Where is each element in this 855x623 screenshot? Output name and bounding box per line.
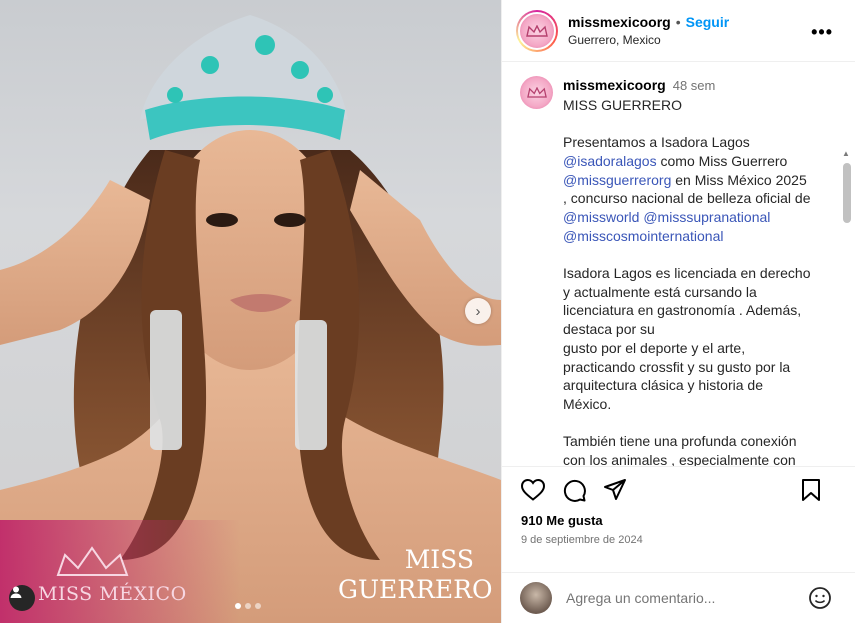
caption-line: México. <box>563 395 612 412</box>
caption-line: practicando crossfit y su gusto por la <box>563 358 791 375</box>
caption-time[interactable]: 48 sem <box>673 77 716 96</box>
caption-username[interactable]: missmexicoorg <box>563 76 666 95</box>
instagram-post-modal: MISS MÉXICO MISS GUERRERO › missmexicoor… <box>0 0 855 623</box>
post-actions: 910 Me gusta 9 de septiembre de 2024 <box>502 466 855 546</box>
caption-text: missmexicoorg 48 sem MISS GUERRERO Prese… <box>563 76 833 466</box>
user-icon <box>10 586 22 598</box>
caption-line: Isadora Lagos es licenciada en derecho <box>563 265 811 281</box>
chevron-right-icon: › <box>475 302 481 320</box>
caption-line: También tiene una profunda conexión <box>563 433 797 450</box>
caption-line: licenciatura en gastronomía . Además, <box>563 302 802 319</box>
bookmark-icon[interactable] <box>801 478 821 502</box>
mention-isadoralagos[interactable]: @isadoralagos <box>563 153 657 169</box>
mention-misscosmointernational[interactable]: @misscosmointernational <box>563 228 724 244</box>
photo-title-line1: MISS <box>404 545 474 574</box>
likes-count[interactable]: 910 Me gusta <box>521 513 603 528</box>
crown-icon <box>526 87 547 98</box>
photo-title: MISS GUERRERO <box>338 545 493 605</box>
carousel-dot <box>255 603 261 609</box>
caption-title: MISS GUERRERO <box>563 96 683 113</box>
miss-mexico-logo-text: MISS MÉXICO <box>38 583 187 605</box>
scrollbar-thumb[interactable] <box>843 163 851 223</box>
caption-line: y actualmente está cursando la <box>563 283 757 300</box>
caption-line: , concurso nacional de belleza oficial d… <box>563 190 811 207</box>
more-options-icon[interactable]: ••• <box>811 22 833 43</box>
comment-icon[interactable] <box>562 478 587 503</box>
caption-line: arquitectura clásica y historia de <box>563 377 763 394</box>
caption-paragraph-1: Presentamos a Isadora Lagos @isadoralago… <box>563 133 833 245</box>
dot-separator: • <box>675 14 681 30</box>
photo-title-line2: GUERRERO <box>338 575 493 604</box>
post-date[interactable]: 9 de septiembre de 2024 <box>521 534 643 546</box>
share-icon[interactable] <box>603 478 627 502</box>
post-photo[interactable]: MISS MÉXICO MISS GUERRERO › <box>0 0 501 623</box>
mention-missguerrerorg[interactable]: @missguerrerorg <box>563 172 671 188</box>
caption-line: destaca por su <box>563 321 655 338</box>
post-header: missmexicoorg • Seguir Guerrero, Mexico … <box>502 0 855 62</box>
caption-line: gusto por el deporte y el arte, <box>563 339 746 356</box>
caption-paragraph-2: Isadora Lagos es licenciada en derecho y… <box>563 264 833 414</box>
author-info: missmexicoorg • Seguir Guerrero, Mexico <box>568 14 729 47</box>
mention-missworld[interactable]: @missworld <box>563 209 639 225</box>
crown-icon <box>526 24 548 37</box>
author-username[interactable]: missmexicoorg <box>568 14 671 30</box>
portrait-illustration <box>0 15 501 623</box>
caption-area: missmexicoorg 48 sem MISS GUERRERO Prese… <box>502 63 855 466</box>
follow-button[interactable]: Seguir <box>686 14 730 30</box>
caption-avatar[interactable] <box>520 76 553 109</box>
caption-scrollbar[interactable]: ▲ ▼ <box>841 149 851 466</box>
caption-line: Presentamos a Isadora Lagos <box>563 134 750 151</box>
caption-paragraph-3: También tiene una profunda conexión con … <box>563 432 833 466</box>
smiley-icon[interactable] <box>808 586 832 615</box>
scroll-up-icon[interactable]: ▲ <box>842 149 850 158</box>
comment-bar <box>502 572 855 623</box>
caption-text-span: como Miss Guerrero <box>656 152 788 169</box>
caption-line: con los animales , especialmente con <box>563 452 796 466</box>
author-avatar[interactable] <box>518 11 556 50</box>
heart-icon[interactable] <box>520 478 546 502</box>
viewer-avatar <box>520 582 552 614</box>
mention-misssupranational[interactable]: @misssupranational <box>643 209 770 225</box>
caption-text-span: en Miss México 2025 <box>671 171 807 188</box>
author-avatar-ring[interactable] <box>516 9 558 52</box>
comment-input[interactable] <box>566 590 796 606</box>
carousel-dots <box>235 603 261 609</box>
carousel-dot <box>245 603 251 609</box>
carousel-dot-active <box>235 603 241 609</box>
post-side-panel: missmexicoorg • Seguir Guerrero, Mexico … <box>501 0 855 623</box>
post-location[interactable]: Guerrero, Mexico <box>568 33 729 47</box>
tagged-users-button[interactable] <box>9 585 35 611</box>
next-photo-button[interactable]: › <box>465 298 491 324</box>
